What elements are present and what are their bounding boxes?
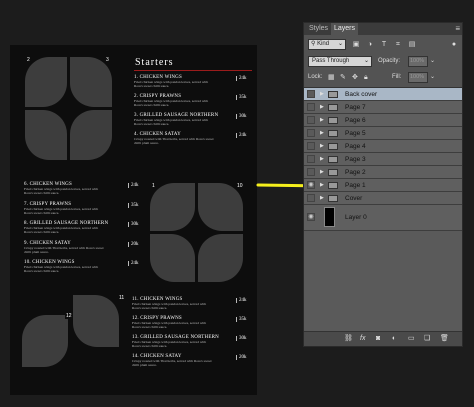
adjustment-icon[interactable]: ◐ [392,334,396,344]
expand-triangle-icon[interactable]: ▶ [320,169,324,175]
folder-icon [328,182,338,189]
layers-list: ▶ Back cover ▶ Page 7 ▶ Page 6 ▶ Page 5 ▶ Page 4 ▶… [304,87,462,332]
pixel-filter-icon[interactable]: ▣ [352,40,360,49]
layer-name: Page 6 [345,117,366,124]
chevron-down-icon: ⌄ [363,58,369,64]
folder-icon [328,117,338,124]
eye-icon[interactable] [307,142,315,150]
folder-icon [328,143,338,150]
adjustment-filter-icon[interactable]: ◑ [366,40,374,49]
layer-name: Page 2 [345,169,366,176]
lock-pixels-icon[interactable]: ✎ [340,72,346,83]
tab-styles[interactable]: Styles [306,23,331,35]
folder-icon [328,195,338,202]
layer-thumbnail [324,207,335,227]
search-icon: ⚲ [311,41,316,47]
eye-icon[interactable] [307,155,315,163]
panel-tabs: Styles Layers ≡ [304,23,462,35]
shape-filter-icon[interactable]: ⌗ [394,40,402,49]
eye-icon[interactable] [307,116,315,124]
folder-icon [328,91,338,98]
chevron-down-icon[interactable]: ⌄ [430,56,435,67]
layer-row[interactable]: ▶ Back cover [304,88,462,101]
panel-menu-icon[interactable]: ≡ [455,24,460,33]
blend-mode-label: Pass Through [312,58,350,64]
filter-kind-label: Kind [317,41,330,47]
filter-toggle-icon[interactable]: ● [450,40,458,49]
lock-row: Lock: ▦ ✎ ✥ 🔒︎ Fill: 100% ⌄ [308,72,458,84]
expand-triangle-icon[interactable]: ▶ [320,156,324,162]
expand-triangle-icon[interactable]: ▶ [320,91,324,97]
expand-triangle-icon[interactable]: ▶ [320,117,324,123]
type-filter-icon[interactable]: T [380,40,388,49]
layer-row[interactable]: ▶ Cover [304,192,462,205]
layer-name: Layer 0 [345,214,367,221]
layer-row[interactable]: ▶ Page 3 [304,153,462,166]
layer-row[interactable]: ▶ Page 5 [304,127,462,140]
opacity-field[interactable]: 100% [408,56,428,67]
mask-icon[interactable]: ◙ [376,334,380,344]
folder-icon [328,130,338,137]
chevron-down-icon: ⌄ [337,41,343,47]
panel-bottom-bar: ⛓ fx ◙ ◐ ▭ ❏ 🗑︎ [304,331,462,346]
eye-icon[interactable] [307,194,315,202]
new-group-icon[interactable]: ▭ [408,334,415,344]
eye-icon[interactable] [307,90,315,98]
new-layer-icon[interactable]: ❏ [424,334,430,344]
opacity-label: Opacity: [378,58,401,64]
expand-triangle-icon[interactable]: ▶ [320,195,324,201]
eye-icon[interactable] [307,168,315,176]
folder-icon [328,169,338,176]
blend-mode-dropdown[interactable]: Pass Through ⌄ [308,56,372,67]
fx-icon[interactable]: fx [360,334,365,344]
layer-name: Cover [345,195,363,202]
fill-label: Fill: [392,74,402,80]
trash-icon[interactable]: 🗑︎ [440,334,449,344]
fill-field[interactable]: 100% [408,72,428,83]
expand-triangle-icon[interactable]: ▶ [320,182,324,188]
layer-name: Page 5 [345,130,366,137]
layer-name: Page 1 [345,182,366,189]
blend-row: Pass Through ⌄ Opacity: 100% ⌄ [308,56,458,68]
lock-label: Lock: [308,74,323,80]
layer-row[interactable]: ▶ Page 7 [304,101,462,114]
eye-icon[interactable]: ◉ [307,181,315,189]
layer-name: Page 4 [345,143,366,150]
layer-name: Page 7 [345,104,366,111]
eye-icon[interactable]: ◉ [307,213,315,221]
expand-triangle-icon[interactable]: ▶ [320,104,324,110]
lock-transparency-icon[interactable]: ▦ [328,72,335,83]
expand-triangle-icon[interactable]: ▶ [320,143,324,149]
smart-object-filter-icon[interactable]: ▤ [408,40,416,49]
lock-all-icon[interactable]: 🔒︎ [364,72,368,83]
layer-row[interactable]: ▶ Page 6 [304,114,462,127]
tab-layers[interactable]: Layers [331,23,359,35]
expand-triangle-icon[interactable]: ▶ [320,130,324,136]
layers-panel: Styles Layers ≡ ⚲ Kind ⌄ ▣ ◑ T ⌗ ▤ ● Pas… [303,22,463,347]
folder-icon [328,104,338,111]
link-icon[interactable]: ⛓ [344,334,353,344]
lock-position-icon[interactable]: ✥ [352,72,358,83]
layer-name: Back cover [345,91,378,98]
layer-name: Page 3 [345,156,366,163]
filter-kind-dropdown[interactable]: ⚲ Kind ⌄ [308,39,346,50]
layer-row[interactable]: ◉ Layer 0 [304,205,462,231]
eye-icon[interactable] [307,103,315,111]
folder-icon [328,156,338,163]
layer-row[interactable]: ▶ Page 2 [304,166,462,179]
layer-row[interactable]: ▶ Page 4 [304,140,462,153]
layer-row[interactable]: ◉ ▶ Page 1 [304,179,462,192]
filter-row: ⚲ Kind ⌄ ▣ ◑ T ⌗ ▤ ● [308,39,458,51]
chevron-down-icon[interactable]: ⌄ [430,72,435,83]
eye-icon[interactable] [307,129,315,137]
